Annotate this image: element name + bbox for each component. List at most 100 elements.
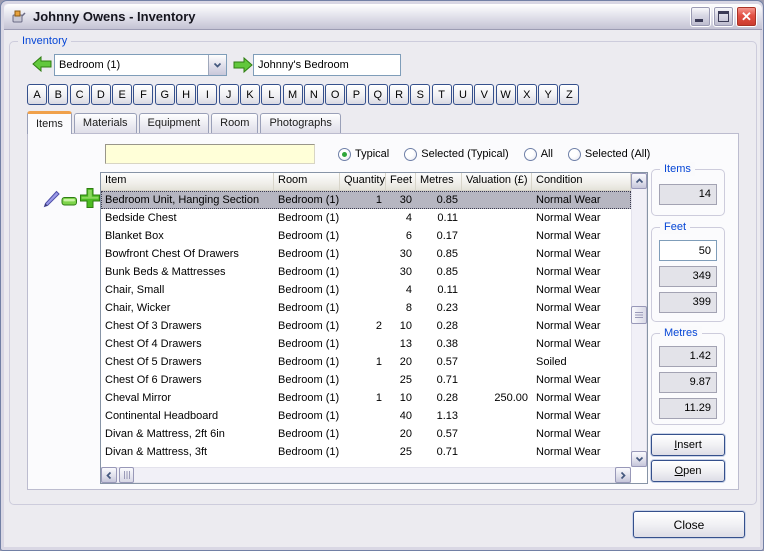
cell-metres: 0.11	[416, 281, 462, 299]
cell-room: Bedroom (1)	[274, 245, 340, 263]
alphabet-button-w[interactable]: W	[496, 84, 516, 105]
table-row[interactable]: Chest Of 3 DrawersBedroom (1)2100.28Norm…	[101, 317, 631, 335]
alphabet-button-s[interactable]: S	[410, 84, 430, 105]
radio-option-selected-all[interactable]: Selected (All)	[568, 148, 650, 161]
alphabet-button-b[interactable]: B	[48, 84, 68, 105]
close-window-button[interactable]: ✕	[736, 6, 757, 27]
column-header-room[interactable]: Room	[274, 173, 340, 190]
maximize-button[interactable]	[713, 6, 734, 27]
alphabet-button-l[interactable]: L	[261, 84, 281, 105]
cell-room: Bedroom (1)	[274, 281, 340, 299]
tab-photographs[interactable]: Photographs	[260, 113, 340, 133]
alphabet-button-q[interactable]: Q	[368, 84, 388, 105]
previous-room-icon[interactable]	[32, 54, 52, 74]
tab-items[interactable]: Items	[27, 111, 72, 134]
radio-option-typical[interactable]: Typical	[338, 148, 389, 161]
alphabet-button-e[interactable]: E	[112, 84, 132, 105]
room-name-input[interactable]	[253, 54, 401, 76]
radio-circle-icon[interactable]	[404, 148, 417, 161]
column-header-quantity[interactable]: Quantity	[340, 173, 386, 190]
alphabet-button-y[interactable]: Y	[538, 84, 558, 105]
close-button[interactable]: Close	[633, 511, 745, 538]
alphabet-button-h[interactable]: H	[176, 84, 196, 105]
minimize-button[interactable]	[690, 6, 711, 27]
horizontal-scroll-thumb[interactable]	[119, 467, 134, 483]
alphabet-button-p[interactable]: P	[346, 84, 366, 105]
cell-valuation	[462, 335, 532, 353]
thumb-grip	[124, 471, 131, 479]
scroll-down-button[interactable]	[631, 451, 647, 467]
table-row[interactable]: Blanket BoxBedroom (1)60.17Normal Wear	[101, 227, 631, 245]
table-row[interactable]: Bowfront Chest Of DrawersBedroom (1)300.…	[101, 245, 631, 263]
feet-selected-input[interactable]	[659, 240, 717, 261]
inventory-table: ItemRoomQuantityFeetMetresValuation (£)C…	[100, 172, 648, 484]
table-row[interactable]: Bedside ChestBedroom (1)40.11Normal Wear	[101, 209, 631, 227]
column-header-metres[interactable]: Metres	[416, 173, 462, 190]
alphabet-button-t[interactable]: T	[432, 84, 452, 105]
alphabet-button-i[interactable]: I	[197, 84, 217, 105]
next-room-icon[interactable]	[233, 55, 253, 75]
alphabet-button-m[interactable]: M	[283, 84, 303, 105]
open-button[interactable]: Open	[651, 460, 725, 482]
edit-pencil-icon[interactable]	[40, 188, 62, 211]
radio-circle-icon[interactable]	[524, 148, 537, 161]
cell-feet: 4	[386, 281, 416, 299]
alphabet-button-n[interactable]: N	[304, 84, 324, 105]
cell-room: Bedroom (1)	[274, 317, 340, 335]
table-row[interactable]: Cheval MirrorBedroom (1)1100.28250.00Nor…	[101, 389, 631, 407]
alphabet-button-x[interactable]: X	[517, 84, 537, 105]
column-header-condition[interactable]: Condition	[532, 173, 631, 190]
table-row[interactable]: Divan & Mattress, 3ftBedroom (1)250.71No…	[101, 443, 631, 461]
alphabet-button-v[interactable]: V	[474, 84, 494, 105]
alphabet-button-o[interactable]: O	[325, 84, 345, 105]
scroll-up-button[interactable]	[631, 173, 647, 189]
remove-item-icon[interactable]	[61, 196, 78, 207]
table-row[interactable]: Chair, SmallBedroom (1)40.11Normal Wear	[101, 281, 631, 299]
alphabet-button-z[interactable]: Z	[559, 84, 579, 105]
alphabet-button-a[interactable]: A	[27, 84, 47, 105]
room-select[interactable]: Bedroom (1)	[54, 54, 227, 76]
column-header-valuation[interactable]: Valuation (£)	[462, 173, 532, 190]
alphabet-button-g[interactable]: G	[155, 84, 175, 105]
table-row[interactable]: Chest Of 4 DrawersBedroom (1)130.38Norma…	[101, 335, 631, 353]
alphabet-button-k[interactable]: K	[240, 84, 260, 105]
table-row[interactable]: Chest Of 5 DrawersBedroom (1)1200.57Soil…	[101, 353, 631, 371]
cell-metres: 0.85	[416, 245, 462, 263]
insert-button[interactable]: Insert	[651, 434, 725, 456]
alphabet-button-f[interactable]: F	[133, 84, 153, 105]
tab-equipment[interactable]: Equipment	[139, 113, 210, 133]
metres-subtotal-field: 9.87	[659, 372, 717, 393]
horizontal-scrollbar[interactable]	[101, 467, 631, 483]
scroll-left-button[interactable]	[101, 467, 117, 483]
scroll-right-button[interactable]	[615, 467, 631, 483]
radio-circle-icon[interactable]	[338, 148, 351, 161]
column-header-item[interactable]: Item	[101, 173, 274, 190]
column-header-feet[interactable]: Feet	[386, 173, 416, 190]
vertical-scroll-thumb[interactable]	[631, 306, 647, 324]
cell-item: Chest Of 6 Drawers	[101, 371, 274, 389]
table-row[interactable]: Continental HeadboardBedroom (1)401.13No…	[101, 407, 631, 425]
vertical-scrollbar[interactable]	[631, 173, 647, 467]
alphabet-button-j[interactable]: J	[219, 84, 239, 105]
items-tab-panel: Typical Selected (Typical) All Selected (Al…	[27, 133, 739, 490]
alphabet-button-d[interactable]: D	[91, 84, 111, 105]
table-row[interactable]: Bunk Beds & MattressesBedroom (1)300.85N…	[101, 263, 631, 281]
title-bar[interactable]: Johnny Owens - Inventory ✕	[4, 4, 762, 30]
table-row[interactable]: Chair, WickerBedroom (1)80.23Normal Wear	[101, 299, 631, 317]
alphabet-button-r[interactable]: R	[389, 84, 409, 105]
radio-option-selected-typical[interactable]: Selected (Typical)	[404, 148, 508, 161]
add-item-icon[interactable]	[79, 187, 101, 209]
table-row[interactable]: Chest Of 6 DrawersBedroom (1)250.71Norma…	[101, 371, 631, 389]
table-row[interactable]: Divan & Mattress, 2ft 6inBedroom (1)200.…	[101, 425, 631, 443]
search-input[interactable]	[105, 144, 315, 164]
alphabet-button-c[interactable]: C	[70, 84, 90, 105]
alphabet-button-u[interactable]: U	[453, 84, 473, 105]
radio-circle-icon[interactable]	[568, 148, 581, 161]
radio-option-all[interactable]: All	[524, 148, 553, 161]
cell-feet: 20	[386, 425, 416, 443]
cell-quantity	[340, 263, 386, 281]
room-select-dropdown-button[interactable]	[208, 55, 226, 75]
tab-room[interactable]: Room	[211, 113, 258, 133]
table-row[interactable]: Bedroom Unit, Hanging SectionBedroom (1)…	[101, 191, 631, 209]
tab-materials[interactable]: Materials	[74, 113, 137, 133]
